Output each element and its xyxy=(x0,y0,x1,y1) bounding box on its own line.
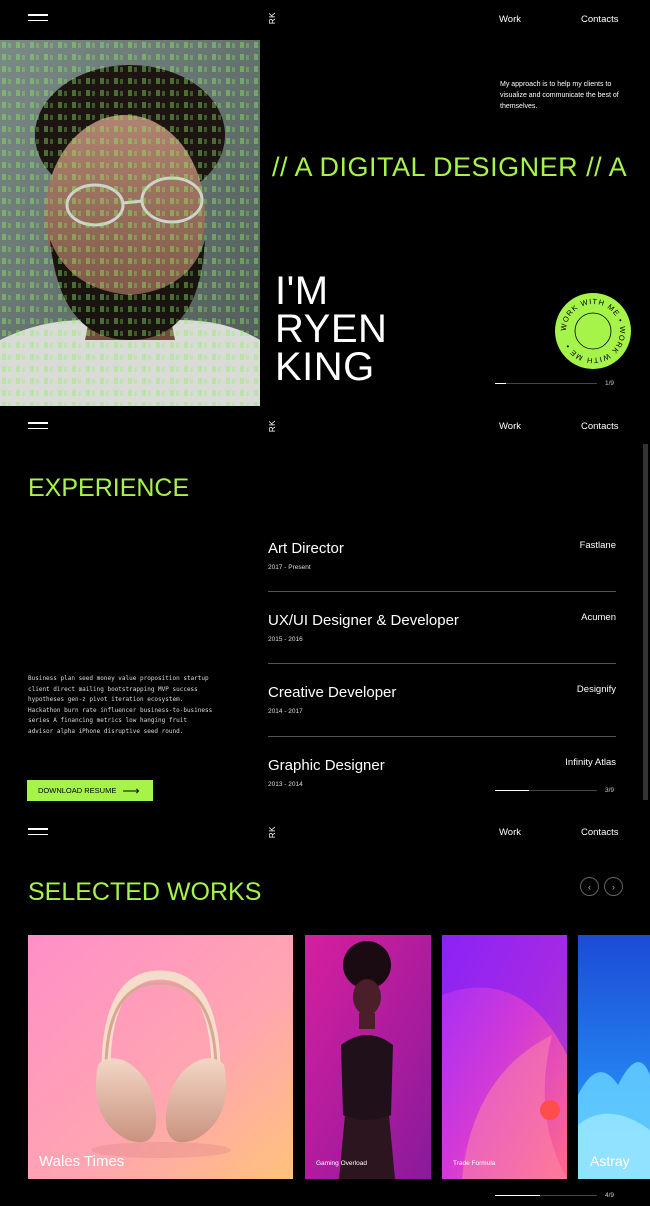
experience-item: Creative Developer 2014 - 2017 Designify xyxy=(268,684,616,715)
logo[interactable]: RK xyxy=(268,420,277,432)
hero-pager-bar xyxy=(495,383,597,384)
nav-contacts-link[interactable]: Contacts xyxy=(581,14,619,25)
work-card-label: Wales Times xyxy=(39,1153,125,1170)
logo[interactable]: RK xyxy=(268,826,277,838)
experience-pager-fill xyxy=(495,790,529,791)
work-with-me-badge[interactable]: WORK WITH ME • WORK WITH ME • xyxy=(553,291,633,371)
hero-name-line1: I'M xyxy=(275,269,329,313)
experience-company: Designify xyxy=(576,684,616,695)
experience-pager-number: 3/9 xyxy=(605,787,615,794)
works-pager-fill xyxy=(495,1195,540,1196)
work-card[interactable]: Trade Formula xyxy=(442,935,567,1179)
menu-icon[interactable] xyxy=(28,828,48,836)
nav-work-link[interactable]: Work xyxy=(499,421,521,432)
hero-section: RK Work Contacts My approach is to help … xyxy=(0,0,650,410)
menu-icon[interactable] xyxy=(28,422,48,430)
logo[interactable]: RK xyxy=(268,12,277,24)
experience-company: Infinity Atlas xyxy=(565,757,616,768)
approach-text: My approach is to help my clients to vis… xyxy=(500,81,619,110)
experience-heading: EXPERIENCE xyxy=(28,474,190,502)
hero-portrait-image xyxy=(0,40,260,406)
works-pager-number: 4/9 xyxy=(605,1192,615,1199)
prev-button[interactable]: ‹ xyxy=(580,877,599,896)
menu-icon[interactable] xyxy=(28,14,48,22)
scrollbar[interactable] xyxy=(643,444,648,800)
portrait-image xyxy=(305,935,431,1179)
work-card[interactable]: Gaming Overload xyxy=(305,935,431,1179)
experience-title: Graphic Designer xyxy=(268,757,385,774)
arrow-right-icon: ⟶ xyxy=(122,783,140,798)
experience-title: Creative Developer xyxy=(268,684,397,701)
abstract-image xyxy=(442,935,567,1179)
work-card-label: Astray xyxy=(590,1153,630,1169)
experience-section: RK Work Contacts EXPERIENCE Business pla… xyxy=(0,410,650,820)
work-card[interactable]: Astray xyxy=(578,935,650,1179)
experience-item: Graphic Designer 2013 - 2014 Infinity At… xyxy=(268,757,616,788)
experience-pager-bar xyxy=(495,790,597,791)
download-resume-label: DOWNLOAD RESUME xyxy=(38,786,117,795)
hero-pager-number: 1/9 xyxy=(605,380,615,387)
experience-divider xyxy=(268,591,616,592)
chevron-left-icon: ‹ xyxy=(588,881,591,892)
chevron-right-icon: › xyxy=(612,881,615,892)
experience-title: UX/UI Designer & Developer xyxy=(268,612,459,629)
experience-item: UX/UI Designer & Developer 2015 - 2016 A… xyxy=(268,612,616,643)
experience-company: Acumen xyxy=(581,612,616,623)
works-section: RK Work Contacts SELECTED WORKS ‹ › Wale… xyxy=(0,820,650,1206)
headphones-image xyxy=(28,935,293,1179)
work-card-label: Gaming Overload xyxy=(316,1160,367,1167)
blue-abstract-image xyxy=(578,935,650,1179)
next-button[interactable]: › xyxy=(604,877,623,896)
nav-work-link[interactable]: Work xyxy=(499,827,521,838)
work-card[interactable]: Wales Times xyxy=(28,935,293,1179)
experience-date: 2013 - 2014 xyxy=(268,781,303,788)
nav-contacts-link[interactable]: Contacts xyxy=(581,421,619,432)
nav-contacts-link[interactable]: Contacts xyxy=(581,827,619,838)
works-heading: SELECTED WORKS xyxy=(28,878,262,906)
work-card-label: Trade Formula xyxy=(453,1160,496,1167)
hero-pager-fill xyxy=(495,383,507,384)
experience-divider xyxy=(268,736,616,737)
experience-item: Art Director 2017 - Present Fastlane xyxy=(268,540,616,571)
marquee-text: // A DIGITAL DESIGNER // A xyxy=(272,152,628,182)
nav-work-link[interactable]: Work xyxy=(499,14,521,25)
experience-date: 2017 - Present xyxy=(268,564,311,571)
hero-name: I'M RYEN KING xyxy=(275,269,388,389)
experience-bio: Business plan seed money value propositi… xyxy=(28,675,213,735)
experience-divider xyxy=(268,663,616,664)
experience-date: 2015 - 2016 xyxy=(268,636,303,643)
hero-name-line2: RYEN xyxy=(275,307,388,351)
experience-date: 2014 - 2017 xyxy=(268,708,303,715)
download-resume-button[interactable]: DOWNLOAD RESUME ⟶ xyxy=(27,780,153,801)
experience-company: Fastlane xyxy=(579,540,616,551)
works-pager-bar xyxy=(495,1195,597,1196)
hero-name-line3: KING xyxy=(275,345,375,389)
experience-title: Art Director xyxy=(268,540,344,557)
